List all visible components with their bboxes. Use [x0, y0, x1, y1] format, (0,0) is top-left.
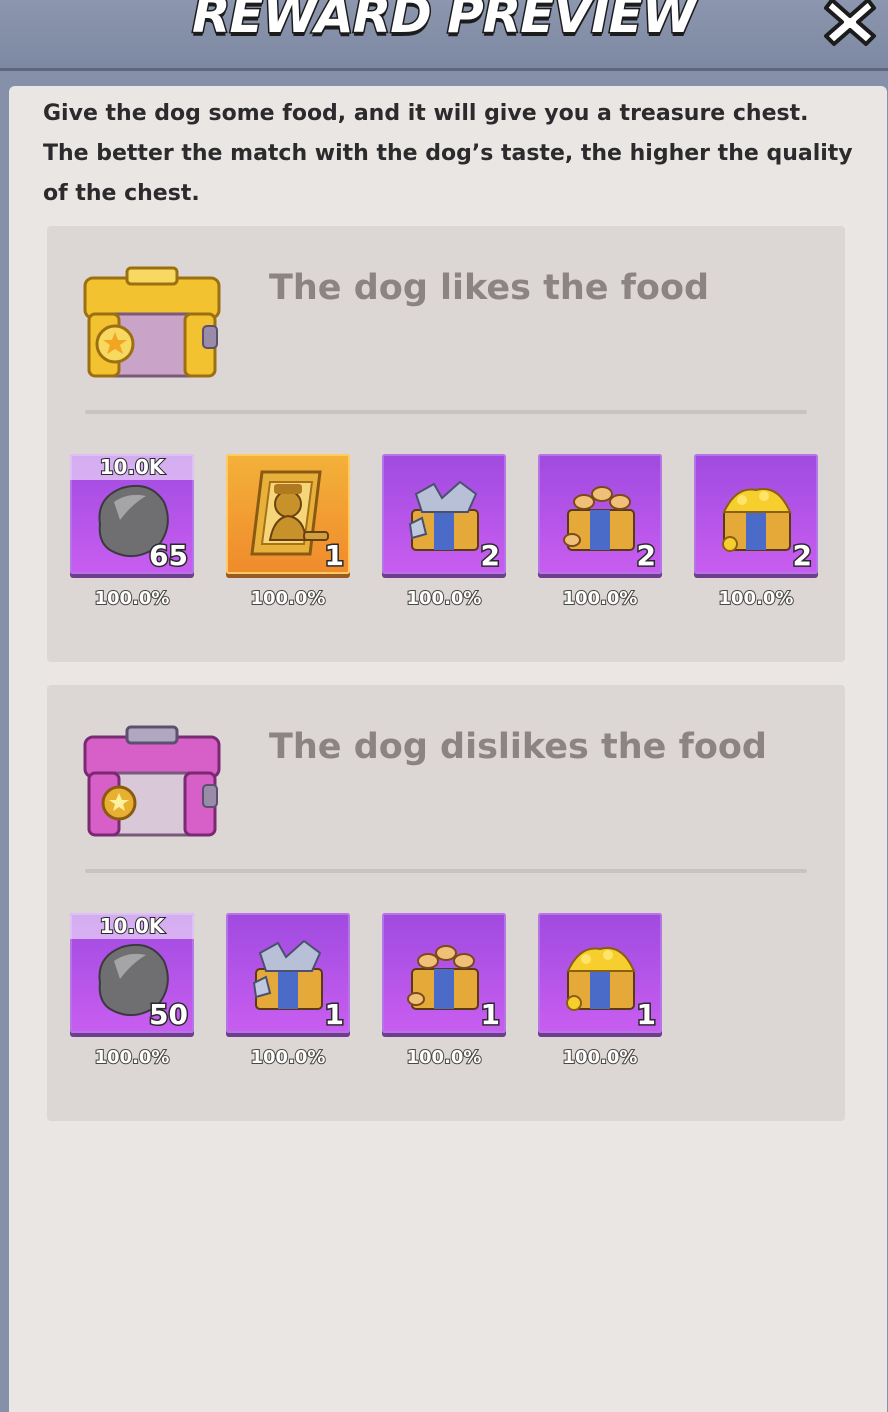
- item-count: 2: [791, 538, 814, 574]
- drop-chance: 100.0%: [250, 1046, 327, 1069]
- section-title: The dog likes the food: [269, 268, 710, 308]
- item-count: 65: [148, 538, 190, 574]
- gold-chest-icon: [77, 258, 227, 398]
- reward-item-rock[interactable]: 10.0K 65 100.0%: [70, 454, 194, 610]
- drop-chance: 100.0%: [94, 1046, 171, 1069]
- close-icon: [824, 0, 876, 46]
- drop-chance: 100.0%: [562, 587, 639, 610]
- item-count: 2: [635, 538, 658, 574]
- reward-item-wood-crate[interactable]: 2 100.0%: [538, 454, 662, 610]
- reward-item-rock[interactable]: 10.0K 50 100.0%: [70, 913, 194, 1069]
- reward-tile: 1: [226, 913, 350, 1033]
- section-likes: The dog likes the food 10.0K 65 100.0% 1…: [47, 226, 845, 662]
- reward-tile: 1: [226, 454, 350, 574]
- reward-list: 10.0K 65 100.0% 1 100.0% 2 100.0% 2 100.…: [70, 454, 830, 624]
- reward-tile: 10.0K 65: [70, 454, 194, 574]
- amount-badge: 10.0K: [70, 454, 194, 480]
- section-divider: [85, 410, 807, 414]
- close-button[interactable]: [822, 0, 878, 50]
- section-divider: [85, 869, 807, 873]
- reward-tile: 2: [538, 454, 662, 574]
- reward-tile: 2: [694, 454, 818, 574]
- drop-chance: 100.0%: [562, 1046, 639, 1069]
- section-title: The dog dislikes the food: [269, 727, 767, 767]
- reward-item-steel-crate[interactable]: 1 100.0%: [226, 913, 350, 1069]
- reward-item-wood-crate[interactable]: 1 100.0%: [382, 913, 506, 1069]
- item-count: 2: [479, 538, 502, 574]
- reward-item-hero-card[interactable]: 1 100.0%: [226, 454, 350, 610]
- section-dislikes: The dog dislikes the food 10.0K 50 100.0…: [47, 685, 845, 1121]
- item-count: 1: [323, 997, 346, 1033]
- header-bar: REWARD PREVIEW: [0, 0, 888, 71]
- drop-chance: 100.0%: [406, 1046, 483, 1069]
- amount-badge: 10.0K: [70, 913, 194, 939]
- description-text: Give the dog some food, and it will give…: [43, 101, 853, 206]
- reward-tile: 1: [538, 913, 662, 1033]
- reward-panel: Give the dog some food, and it will give…: [9, 86, 887, 1412]
- drop-chance: 100.0%: [406, 587, 483, 610]
- drop-chance: 100.0%: [94, 587, 171, 610]
- reward-tile: 10.0K 50: [70, 913, 194, 1033]
- drop-chance: 100.0%: [250, 587, 327, 610]
- page-title: REWARD PREVIEW: [190, 0, 698, 46]
- item-count: 50: [148, 997, 190, 1033]
- reward-item-gold-crate[interactable]: 1 100.0%: [538, 913, 662, 1069]
- item-count: 1: [323, 538, 346, 574]
- reward-item-steel-crate[interactable]: 2 100.0%: [382, 454, 506, 610]
- reward-tile: 1: [382, 913, 506, 1033]
- reward-item-gold-crate[interactable]: 2 100.0%: [694, 454, 818, 610]
- reward-list: 10.0K 50 100.0% 1 100.0% 1 100.0% 1 100.…: [70, 913, 830, 1083]
- pink-chest-icon: [77, 717, 227, 857]
- drop-chance: 100.0%: [718, 587, 795, 610]
- item-count: 1: [635, 997, 658, 1033]
- item-count: 1: [479, 997, 502, 1033]
- reward-tile: 2: [382, 454, 506, 574]
